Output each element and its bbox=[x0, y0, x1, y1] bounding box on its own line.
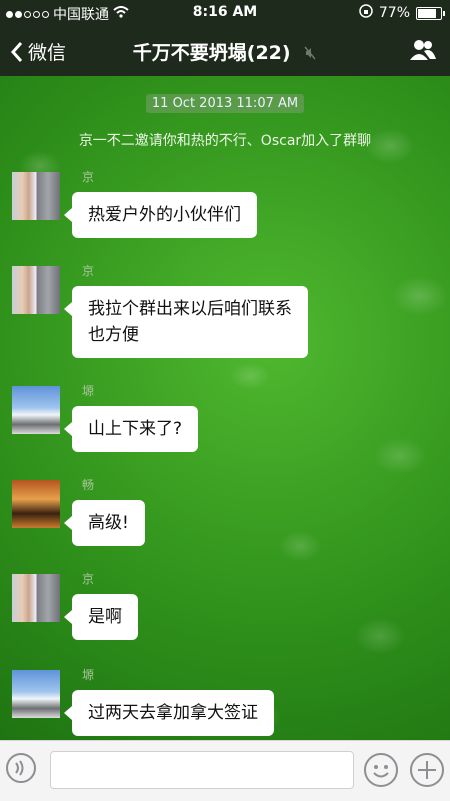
page-title: 千万不要坍塌(22) bbox=[0, 38, 450, 65]
voice-input-icon[interactable] bbox=[6, 753, 36, 783]
group-members-icon[interactable] bbox=[410, 39, 436, 65]
chat-area[interactable]: 11 Oct 2013 11:07 AM 京一不二邀请你和热的不行、Oscar加… bbox=[0, 76, 450, 740]
battery-icon bbox=[416, 6, 445, 20]
message-input[interactable] bbox=[50, 751, 354, 789]
sender-name: 畅 bbox=[82, 478, 95, 492]
sender-name: 京 bbox=[82, 264, 95, 278]
input-bar bbox=[0, 740, 450, 801]
avatar[interactable] bbox=[12, 670, 60, 718]
avatar[interactable] bbox=[12, 480, 60, 528]
sender-name: 京 bbox=[82, 572, 95, 586]
sender-name: 京 bbox=[82, 170, 95, 184]
rotation-lock-icon bbox=[359, 4, 373, 22]
mute-icon bbox=[303, 43, 317, 65]
avatar[interactable] bbox=[12, 266, 60, 314]
emoji-icon[interactable] bbox=[364, 753, 398, 787]
battery-percent: 77% bbox=[378, 5, 410, 21]
plus-icon[interactable] bbox=[410, 753, 444, 787]
message-bubble[interactable]: 是啊 bbox=[64, 594, 138, 640]
sender-name: 塬 bbox=[82, 668, 95, 682]
message-bubble[interactable]: 过两天去拿加拿大签证 bbox=[64, 690, 274, 736]
group-title: 千万不要坍塌(22) bbox=[132, 42, 291, 64]
message-bubble[interactable]: 我拉个群出来以后咱们联系 也方便 bbox=[64, 286, 308, 358]
message-bubble[interactable]: 高级! bbox=[64, 500, 145, 546]
avatar[interactable] bbox=[12, 386, 60, 434]
sender-name: 塬 bbox=[82, 384, 95, 398]
avatar[interactable] bbox=[12, 574, 60, 622]
message-bubble[interactable]: 热爱户外的小伙伴们 bbox=[64, 192, 257, 238]
nav-bar: 微信 千万不要坍塌(22) bbox=[0, 26, 450, 76]
chat-timestamp: 11 Oct 2013 11:07 AM bbox=[0, 92, 450, 113]
system-message: 京一不二邀请你和热的不行、Oscar加入了群聊 bbox=[78, 133, 372, 149]
message-bubble[interactable]: 山上下来了? bbox=[63, 406, 199, 452]
status-bar: 中国联通 8:16 AM 77% bbox=[0, 0, 450, 26]
avatar[interactable] bbox=[12, 172, 60, 220]
